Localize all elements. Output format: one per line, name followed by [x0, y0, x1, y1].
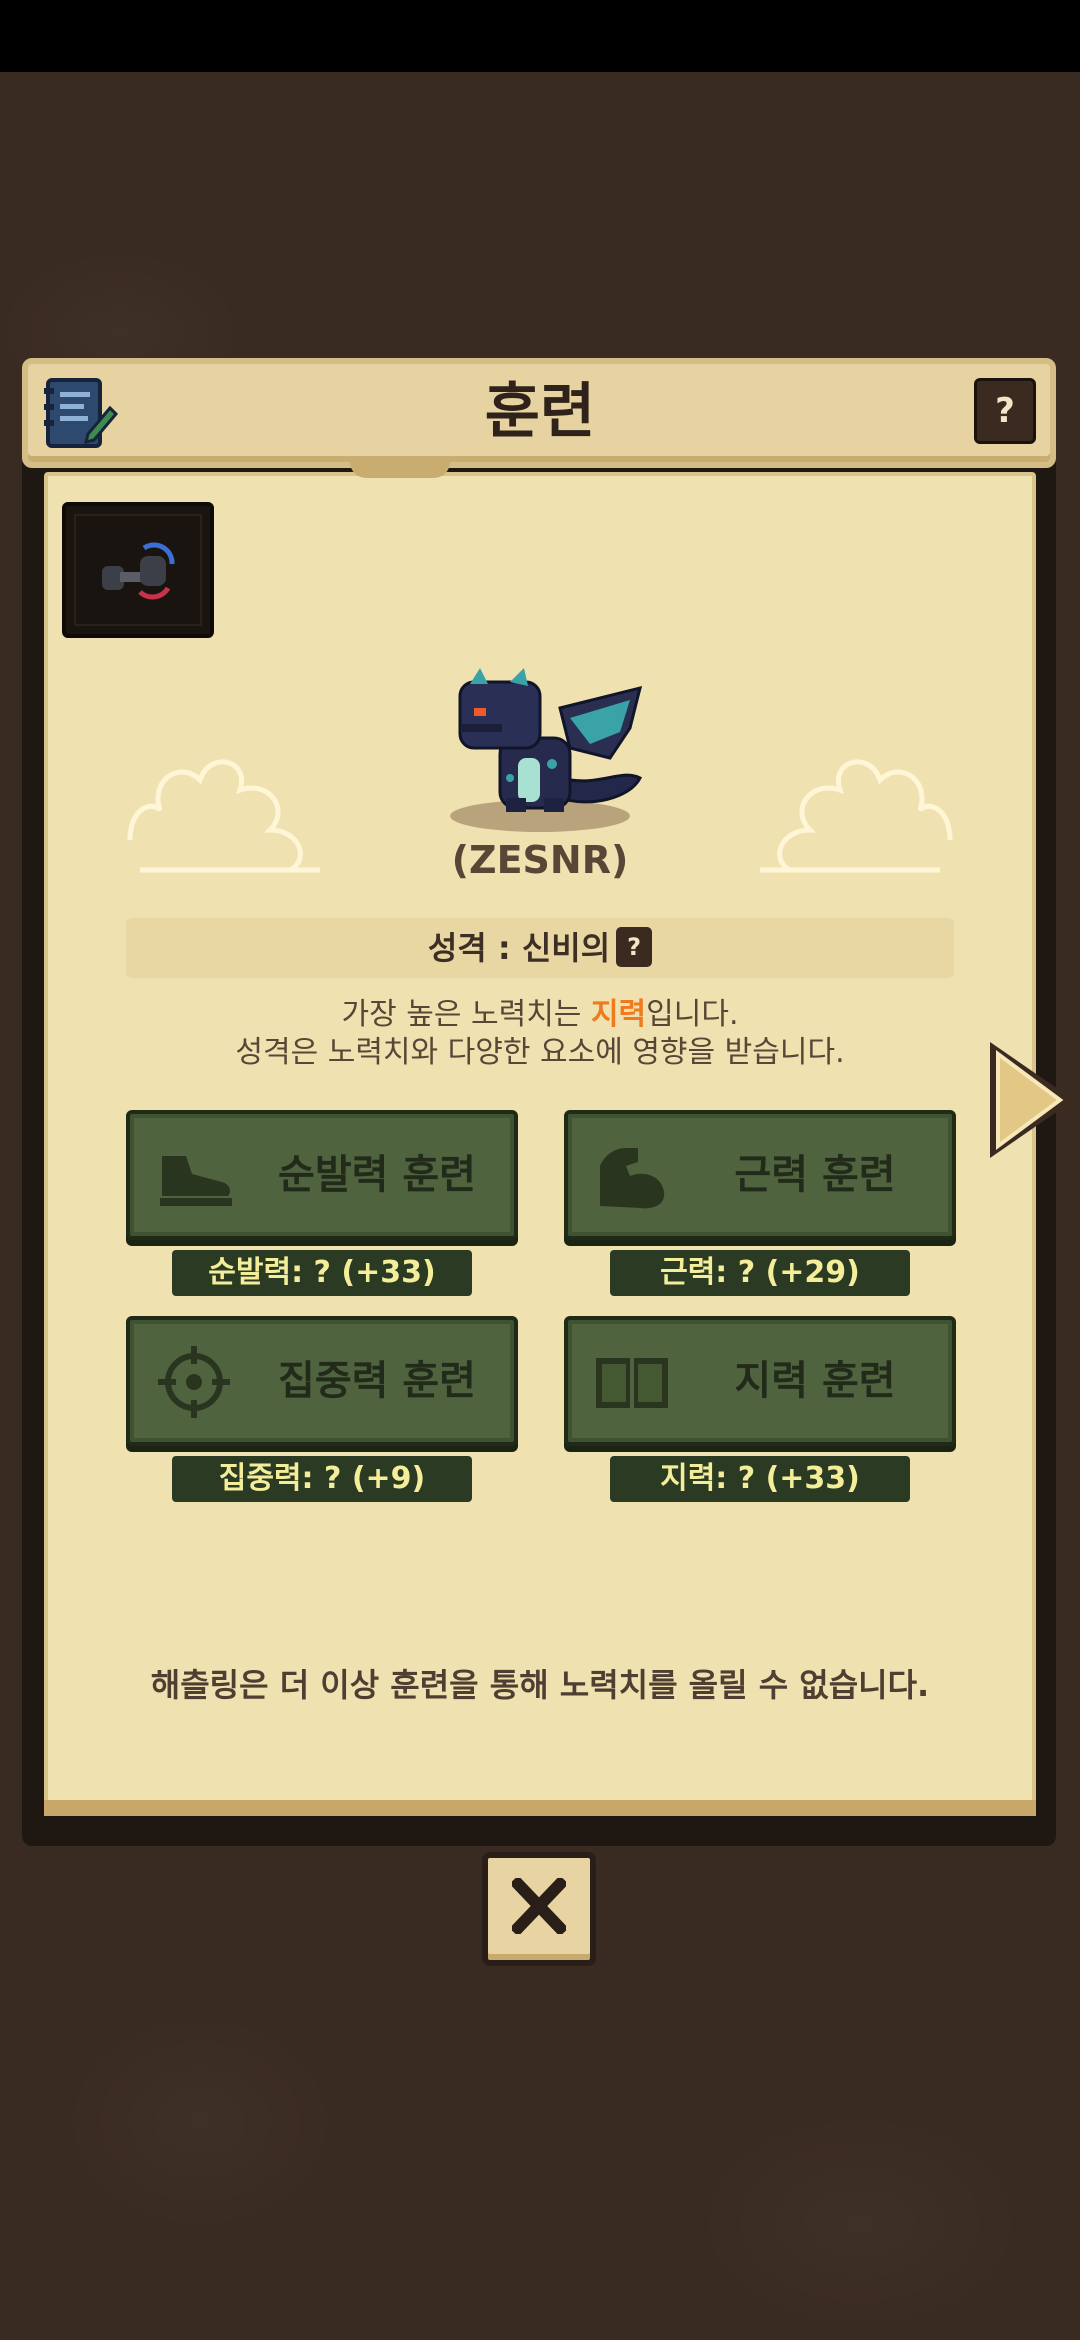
personality-text: 성격 : 신비의?: [126, 918, 954, 978]
crosshair-icon: [158, 1346, 230, 1418]
notebook-icon: [44, 378, 119, 448]
muscle-arm-icon: [600, 1148, 665, 1209]
focus-stat: 집중력: ? (+9): [172, 1456, 472, 1502]
personality-bar: 성격 : 신비의?: [126, 918, 954, 978]
speed-training-label: 순발력 훈련: [278, 1152, 476, 1198]
description-line-1: 가장 높은 노력치는 지력입니다.: [341, 997, 739, 1032]
highlighted-stat: 지력: [590, 997, 647, 1032]
page-title: 훈련: [484, 377, 596, 447]
dragon-character-sprite: [450, 668, 643, 832]
equipped-item-slot[interactable]: [62, 502, 214, 638]
speed-training-button[interactable]: 순발력 훈련: [126, 1110, 518, 1240]
help-button[interactable]: ?: [974, 378, 1036, 444]
effort-description: 가장 높은 노력치는 지력입니다. 성격은 노력치와 다양한 요소에 영향을 받…: [0, 996, 1080, 1072]
description-line-2: 성격은 노력치와 다양한 요소에 영향을 받습니다.: [235, 1035, 845, 1070]
close-button[interactable]: [482, 1852, 596, 1966]
book-icon: [596, 1358, 668, 1408]
training-limit-note: 해츨링은 더 이상 훈련을 통해 노력치를 올릴 수 없습니다.: [150, 1666, 930, 1704]
character-name: (ZESNR): [451, 838, 629, 882]
shoe-icon: [160, 1156, 232, 1206]
intelligence-stat: 지력: ? (+33): [610, 1456, 910, 1502]
next-arrow-button[interactable]: [984, 1036, 1080, 1164]
intelligence-training-button[interactable]: 지력 훈련: [564, 1316, 956, 1446]
focus-training-label: 집중력 훈련: [278, 1358, 476, 1404]
personality-label: 성격 : 신비의: [427, 929, 611, 967]
panel-bottom-edge: [44, 1800, 1036, 1816]
strength-stat: 근력: ? (+29): [610, 1250, 910, 1296]
strength-training-label: 근력 훈련: [734, 1152, 896, 1198]
speed-stat: 순발력: ? (+33): [172, 1250, 472, 1296]
intelligence-training-label: 지력 훈련: [734, 1358, 896, 1404]
dumbbell-icon: [102, 542, 175, 600]
header-notch: [350, 462, 450, 478]
strength-training-button[interactable]: 근력 훈련: [564, 1110, 956, 1240]
status-bar: [0, 0, 1080, 72]
focus-training-button[interactable]: 집중력 훈련: [126, 1316, 518, 1446]
close-icon: [512, 1878, 566, 1934]
personality-help-button[interactable]: ?: [616, 927, 653, 967]
